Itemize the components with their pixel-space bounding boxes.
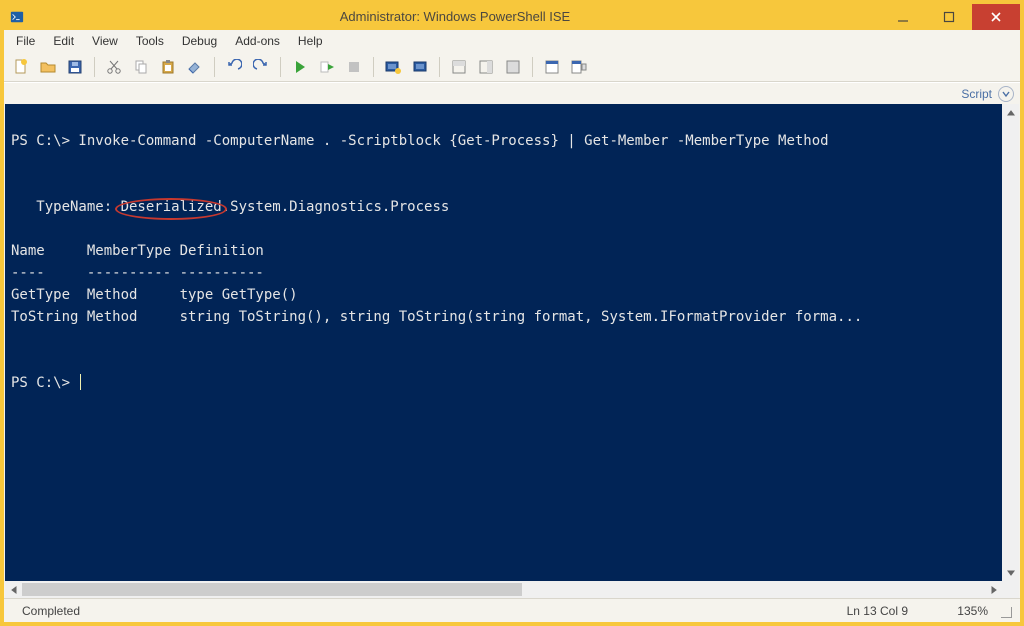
redo-icon[interactable]: [248, 54, 274, 80]
menu-addons[interactable]: Add-ons: [227, 32, 288, 50]
scrollbar-thumb[interactable]: [22, 583, 522, 596]
table-row: ToString Method string ToString(), strin…: [11, 309, 862, 325]
minimize-button[interactable]: [880, 4, 926, 30]
maximize-button[interactable]: [926, 4, 972, 30]
menu-debug[interactable]: Debug: [174, 32, 225, 50]
toolbar-separator: [280, 57, 281, 77]
console-wrap: PS C:\> Invoke-Command -ComputerName . -…: [4, 104, 1020, 598]
table-rule: ---- ---------- ----------: [11, 265, 264, 281]
layout-side-icon[interactable]: [473, 54, 499, 80]
script-pane-header[interactable]: Script: [4, 82, 1020, 104]
console-line: PS C:\> Invoke-Command -ComputerName . -…: [11, 133, 829, 149]
undo-icon[interactable]: [221, 54, 247, 80]
toolbar-separator: [532, 57, 533, 77]
caret-icon: [80, 374, 81, 390]
toolbar-separator: [373, 57, 374, 77]
statusbar: Completed Ln 13 Col 9 135%: [4, 598, 1020, 622]
table-header: Name MemberType Definition: [11, 243, 264, 259]
scroll-up-icon[interactable]: [1002, 104, 1019, 121]
stop-icon[interactable]: [341, 54, 367, 80]
script-pane-label: Script: [961, 87, 992, 101]
menubar: File Edit View Tools Debug Add-ons Help: [4, 30, 1020, 52]
toolbar-separator: [94, 57, 95, 77]
close-button[interactable]: [972, 4, 1020, 30]
console-pane[interactable]: PS C:\> Invoke-Command -ComputerName . -…: [5, 104, 1019, 581]
scroll-left-icon[interactable]: [5, 581, 22, 598]
remote-session-icon[interactable]: [407, 54, 433, 80]
toolbar-separator: [214, 57, 215, 77]
toolbar: [4, 52, 1020, 82]
window-controls: [880, 4, 1020, 30]
scrollbar-track[interactable]: [522, 581, 985, 598]
copy-icon[interactable]: [128, 54, 154, 80]
resize-grip-icon[interactable]: [998, 604, 1012, 618]
scroll-right-icon[interactable]: [985, 581, 1002, 598]
window-title: Administrator: Windows PowerShell ISE: [30, 4, 880, 30]
new-file-icon[interactable]: [8, 54, 34, 80]
save-icon[interactable]: [62, 54, 88, 80]
zoom-level: 135%: [918, 604, 998, 618]
vertical-scrollbar[interactable]: [1002, 104, 1019, 581]
new-remote-tab-icon[interactable]: [380, 54, 406, 80]
scroll-down-icon[interactable]: [1002, 564, 1019, 581]
menu-tools[interactable]: Tools: [128, 32, 172, 50]
toolbar-separator: [439, 57, 440, 77]
typename-line: TypeName: Deserialized.System.Diagnostic…: [11, 199, 449, 215]
run-selection-icon[interactable]: [314, 54, 340, 80]
cursor-position: Ln 13 Col 9: [837, 604, 918, 618]
layout-max-icon[interactable]: [500, 54, 526, 80]
titlebar: Administrator: Windows PowerShell ISE: [4, 4, 1020, 30]
menu-help[interactable]: Help: [290, 32, 331, 50]
paste-icon[interactable]: [155, 54, 181, 80]
horizontal-scrollbar[interactable]: [5, 581, 1019, 598]
app-icon: [4, 4, 30, 30]
table-row: GetType Method type GetType(): [11, 287, 298, 303]
show-command-icon[interactable]: [539, 54, 565, 80]
layout-script-top-icon[interactable]: [446, 54, 472, 80]
open-file-icon[interactable]: [35, 54, 61, 80]
scrollbar-corner: [1002, 581, 1019, 598]
clear-icon[interactable]: [182, 54, 208, 80]
show-command-addon-icon[interactable]: [566, 54, 592, 80]
prompt-line: PS C:\>: [11, 375, 81, 391]
menu-file[interactable]: File: [8, 32, 43, 50]
run-icon[interactable]: [287, 54, 313, 80]
typename-highlight: Deserialized: [121, 199, 222, 215]
app-window: Administrator: Windows PowerShell ISE Fi…: [0, 0, 1024, 626]
menu-view[interactable]: View: [84, 32, 126, 50]
status-text: Completed: [12, 604, 90, 618]
menu-edit[interactable]: Edit: [45, 32, 82, 50]
chevron-down-icon[interactable]: [998, 86, 1014, 102]
cut-icon[interactable]: [101, 54, 127, 80]
